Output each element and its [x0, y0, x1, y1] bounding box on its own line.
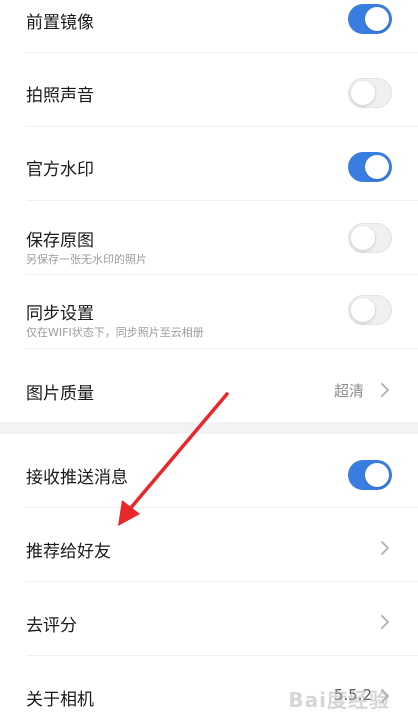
save-original-label: 保存原图	[26, 231, 94, 251]
front-mirror-row[interactable]: 前置镜像	[0, 0, 418, 53]
toggle-knob	[365, 463, 389, 487]
toggle-knob	[351, 81, 375, 105]
camera-settings-screen: 前置镜像 拍照声音 官方水印 保存原图 另保存一张无水印的照片 同步设置 仅在W…	[0, 0, 418, 719]
recommend-friends-row[interactable]: 推荐给好友	[0, 508, 418, 582]
toggle-knob	[365, 7, 389, 31]
front-mirror-label: 前置镜像	[26, 13, 94, 33]
toggle-knob	[351, 226, 375, 250]
shutter-sound-label: 拍照声音	[26, 86, 94, 106]
settings-group-camera: 前置镜像 拍照声音 官方水印 保存原图 另保存一张无水印的照片 同步设置 仅在W…	[0, 0, 418, 422]
shutter-sound-toggle[interactable]	[348, 78, 392, 108]
about-label: 关于相机	[26, 690, 94, 710]
toggle-knob	[351, 298, 375, 322]
push-messages-label: 接收推送消息	[26, 468, 128, 488]
image-quality-row[interactable]: 图片质量 超清	[0, 349, 418, 422]
section-gap	[0, 422, 418, 434]
push-messages-row[interactable]: 接收推送消息	[0, 434, 418, 508]
sync-settings-subtitle: 仅在WIFI状态下，同步照片至云相册	[26, 326, 204, 339]
image-quality-value: 超清	[333, 382, 364, 400]
save-original-subtitle: 另保存一张无水印的照片	[26, 253, 147, 266]
rate-label: 去评分	[26, 616, 77, 636]
front-mirror-toggle[interactable]	[348, 4, 392, 34]
official-watermark-toggle[interactable]	[348, 152, 392, 182]
chevron-right-icon	[381, 541, 389, 555]
official-watermark-label: 官方水印	[26, 160, 94, 180]
toggle-knob	[365, 155, 389, 179]
save-original-toggle[interactable]	[348, 223, 392, 253]
sync-settings-toggle[interactable]	[348, 295, 392, 325]
recommend-friends-label: 推荐给好友	[26, 542, 111, 562]
image-quality-label: 图片质量	[26, 384, 94, 404]
watermark-logo: Bai度经验	[288, 688, 390, 712]
save-original-row[interactable]: 保存原图 另保存一张无水印的照片	[0, 201, 418, 275]
sync-settings-row[interactable]: 同步设置 仅在WIFI状态下，同步照片至云相册	[0, 275, 418, 349]
chevron-right-icon	[381, 383, 389, 397]
chevron-right-icon	[381, 615, 389, 629]
rate-row[interactable]: 去评分	[0, 582, 418, 656]
settings-group-general: 接收推送消息 推荐给好友 去评分 关于相机 5.5.2	[0, 434, 418, 719]
shutter-sound-row[interactable]: 拍照声音	[0, 53, 418, 127]
push-messages-toggle[interactable]	[348, 460, 392, 490]
official-watermark-row[interactable]: 官方水印	[0, 127, 418, 201]
sync-settings-label: 同步设置	[26, 304, 94, 324]
